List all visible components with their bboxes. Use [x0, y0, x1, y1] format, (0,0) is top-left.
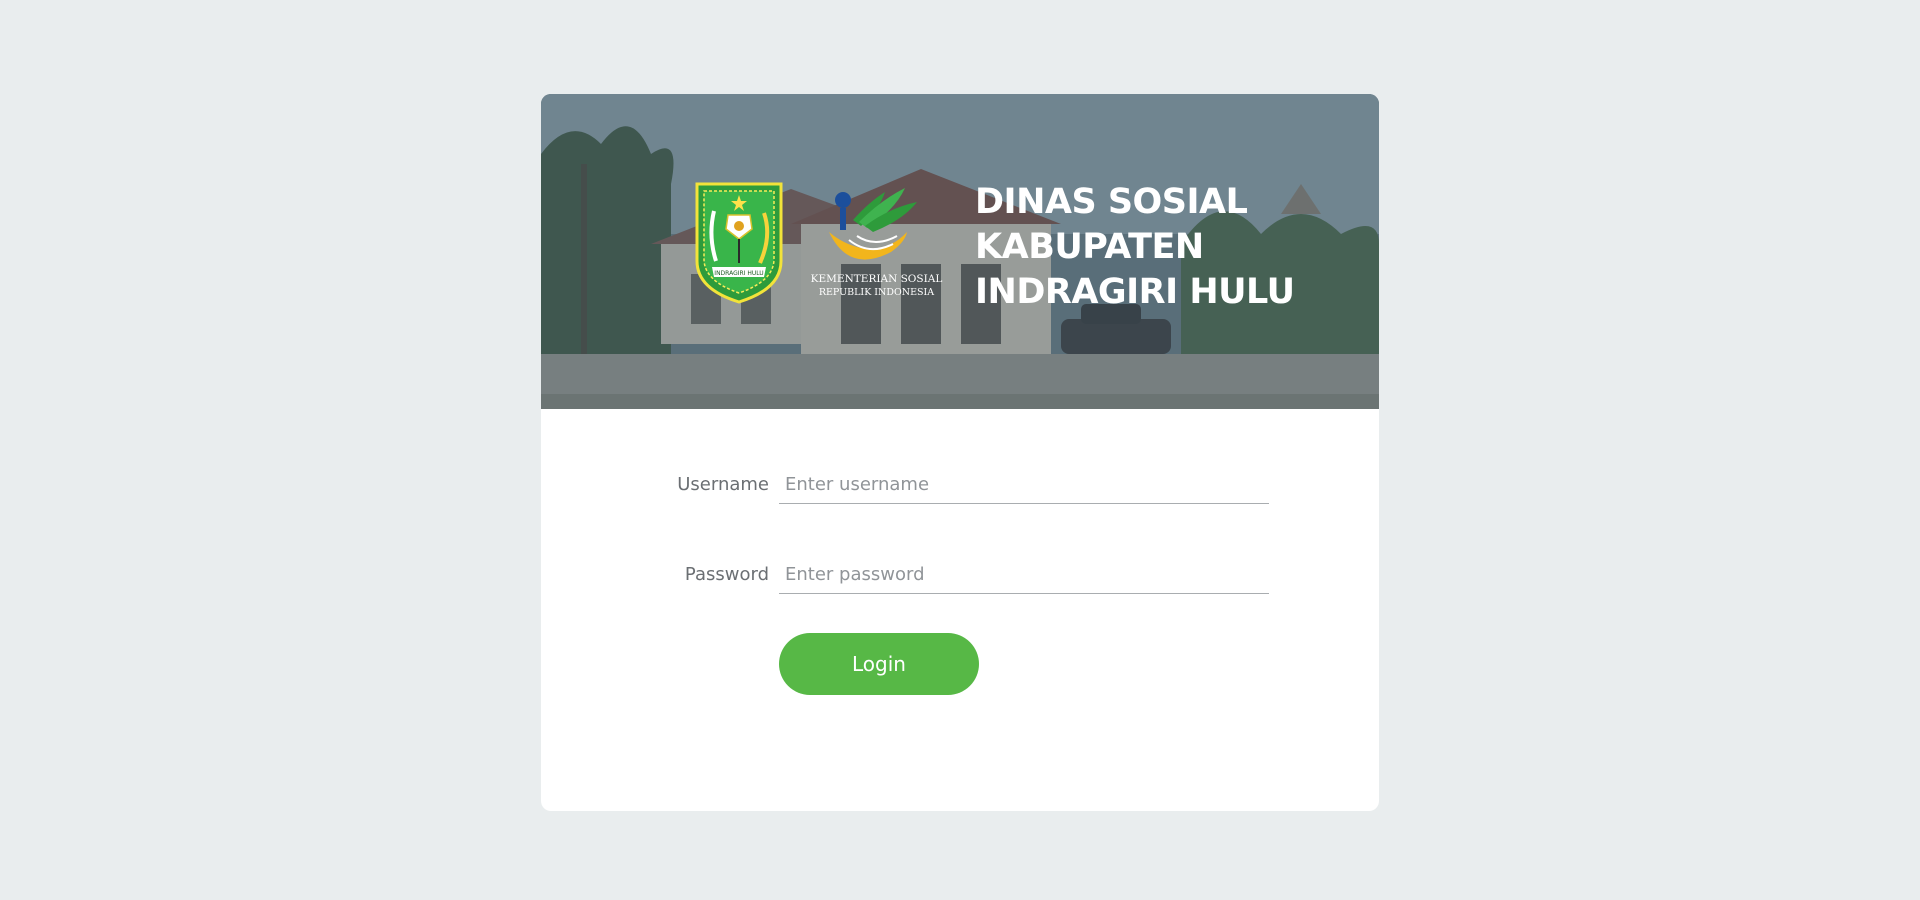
regency-motto-text: INDRAGIRI HULU: [714, 270, 763, 277]
title-line-3: INDRAGIRI HULU: [975, 272, 1295, 312]
title-line-1: DINAS SOSIAL: [975, 182, 1248, 222]
header-banner: INDRAGIRI HULU KEMENTERIAN SOSIAL REPUBL…: [541, 94, 1379, 409]
password-input[interactable]: [779, 556, 1269, 594]
title-line-2: KABUPATEN: [975, 227, 1204, 267]
login-button[interactable]: Login: [779, 633, 979, 695]
kemensos-caption: KEMENTERIAN SOSIAL REPUBLIK INDONESIA: [809, 272, 944, 300]
login-card: INDRAGIRI HULU KEMENTERIAN SOSIAL REPUBL…: [541, 94, 1379, 811]
kemensos-line-1: KEMENTERIAN SOSIAL: [810, 273, 943, 285]
kemensos-logo-icon: [829, 188, 917, 260]
kemensos-logo: KEMENTERIAN SOSIAL REPUBLIK INDONESIA: [809, 182, 944, 307]
password-label: Password: [684, 564, 769, 585]
username-label: Username: [677, 474, 769, 495]
login-form: Username Password Login: [541, 409, 1379, 811]
regency-coat-of-arms-icon: INDRAGIRI HULU: [695, 182, 783, 304]
username-input[interactable]: [779, 466, 1269, 504]
kemensos-line-2: REPUBLIK INDONESIA: [818, 287, 935, 298]
page-title: DINAS SOSIAL KABUPATEN INDRAGIRI HULU: [975, 180, 1375, 315]
